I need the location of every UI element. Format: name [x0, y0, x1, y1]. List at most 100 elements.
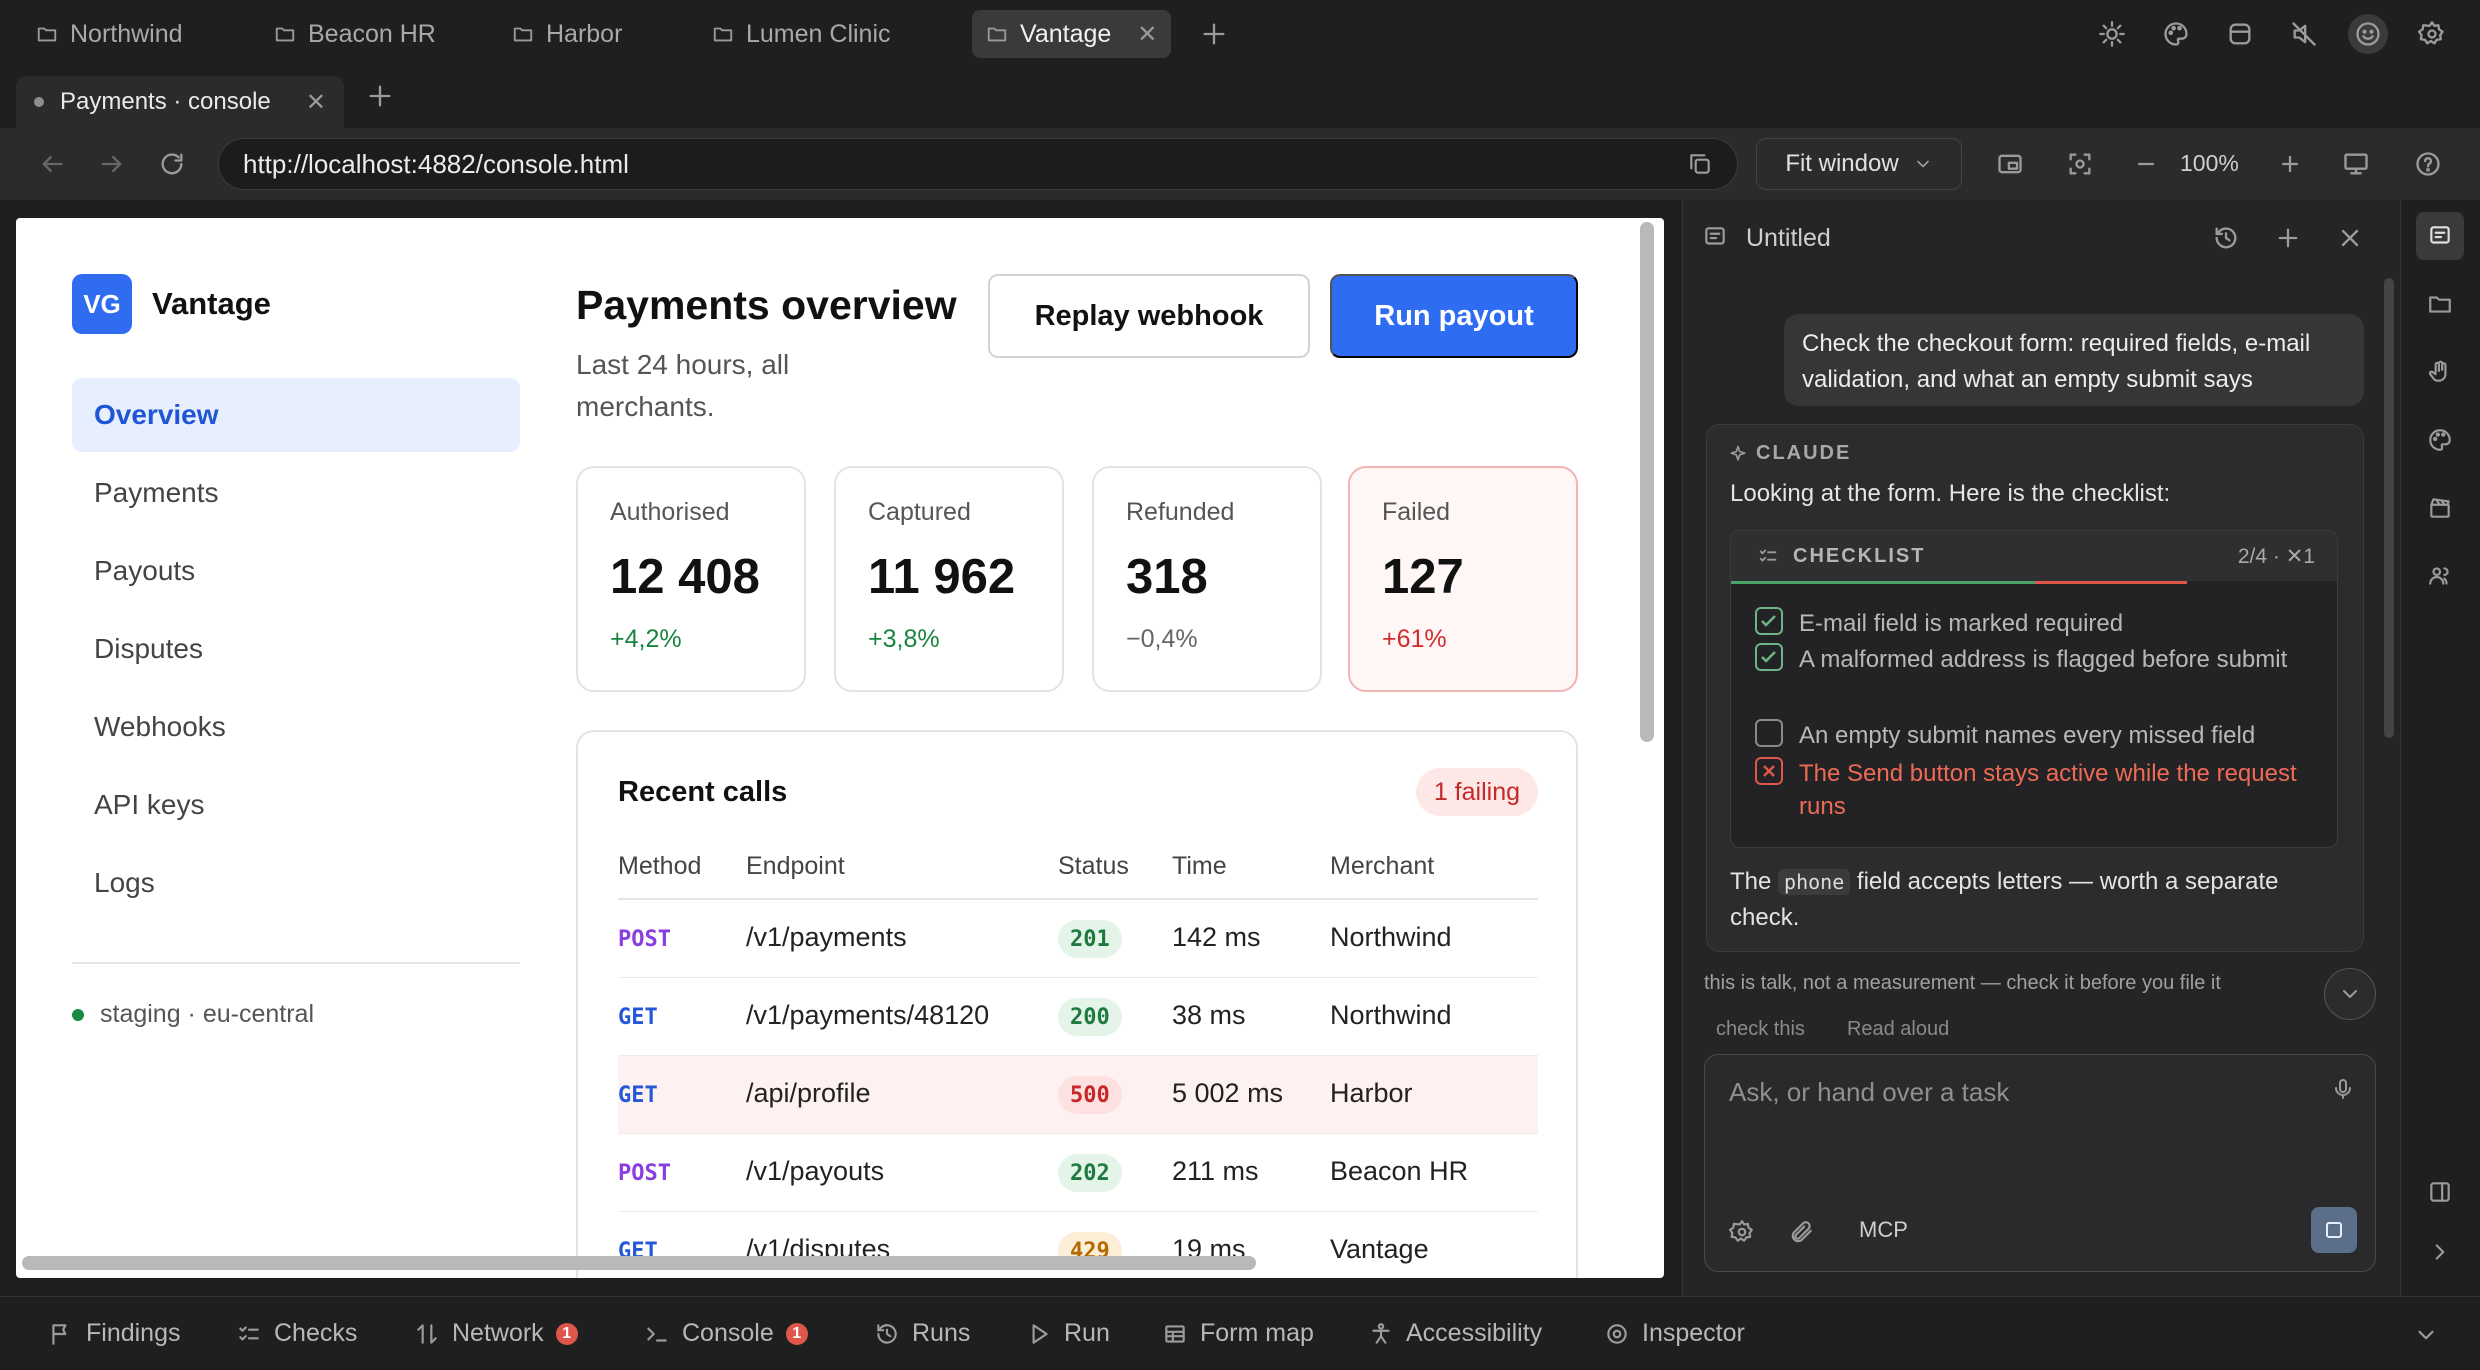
- history-button[interactable]: [2206, 218, 2246, 258]
- table-row[interactable]: POST /v1/payments 201 142 ms Northwind: [618, 900, 1538, 978]
- checklist-item: E-mail field is marked required: [1799, 610, 2124, 637]
- device-button[interactable]: [2336, 144, 2376, 184]
- profile-button[interactable]: [2348, 14, 2388, 54]
- forward-button[interactable]: [92, 144, 132, 184]
- browser-tab[interactable]: Payments · console ✕: [16, 76, 344, 128]
- vertical-scrollbar[interactable]: [1640, 222, 1654, 742]
- nav-item-webhooks[interactable]: Webhooks: [72, 690, 520, 764]
- workspace-tab-label: Lumen Clinic: [746, 19, 891, 48]
- checkbox-failed[interactable]: [1755, 757, 1783, 785]
- run-payout-button[interactable]: Run payout: [1330, 274, 1578, 358]
- workspace-tab-beacon-hr[interactable]: Beacon HR: [260, 10, 450, 58]
- nav-item-overview[interactable]: Overview: [72, 378, 520, 452]
- mute-button[interactable]: [2284, 14, 2324, 54]
- workspace-tab-harbor[interactable]: Harbor: [498, 10, 636, 58]
- rail-layout-button[interactable]: [2416, 1168, 2464, 1216]
- focus-capture-icon: [2069, 153, 2091, 175]
- capture-button[interactable]: [2060, 144, 2100, 184]
- back-button[interactable]: [32, 144, 72, 184]
- nav-item-logs[interactable]: Logs: [72, 846, 520, 920]
- rail-expand-button[interactable]: [2416, 1228, 2464, 1276]
- time-cell: 5 002 ms: [1172, 1078, 1284, 1108]
- checklist-title: CHECKLIST: [1793, 545, 1926, 567]
- mcp-button[interactable]: MCP: [1859, 1217, 1908, 1243]
- checkbox-checked[interactable]: [1755, 643, 1783, 671]
- url-text: http://localhost:4882/console.html: [243, 148, 629, 179]
- rail-chat-button[interactable]: [2416, 212, 2464, 260]
- new-tab-button[interactable]: [360, 76, 400, 116]
- table-row[interactable]: GET /api/profile 500 5 002 ms Harbor: [618, 1056, 1538, 1134]
- close-panel-button[interactable]: [2330, 218, 2370, 258]
- collapse-panel-button[interactable]: [2402, 1311, 2450, 1359]
- accessibility-icon: [1372, 1322, 1390, 1344]
- tab-accessibility[interactable]: Accessibility: [1368, 1319, 1542, 1348]
- tab-runs[interactable]: Runs: [874, 1319, 970, 1348]
- horizontal-scrollbar[interactable]: [22, 1256, 1256, 1270]
- workspace-tab-lumen-clinic[interactable]: Lumen Clinic: [698, 10, 905, 58]
- gear-icon[interactable]: [1729, 1219, 1755, 1245]
- read-aloud-link[interactable]: Read aloud: [1847, 1018, 1949, 1040]
- check-this-link[interactable]: check this: [1716, 1018, 1805, 1040]
- assistant-intro: Looking at the form. Here is the checkli…: [1730, 480, 2171, 507]
- checkbox-checked[interactable]: [1755, 607, 1783, 635]
- storage-button[interactable]: [2220, 14, 2260, 54]
- close-icon[interactable]: ✕: [306, 88, 326, 117]
- table-row[interactable]: GET /v1/payments/48120 200 38 ms Northwi…: [618, 978, 1538, 1056]
- tab-findings[interactable]: Findings: [48, 1319, 181, 1348]
- user-message: Check the checkout form: required fields…: [1784, 314, 2364, 406]
- tab-run[interactable]: Run: [1026, 1319, 1110, 1348]
- stat-card-authorised: Authorised 12 408 +4,2%: [576, 466, 806, 692]
- close-tab-icon[interactable]: ✕: [1137, 20, 1157, 49]
- method-cell: POST: [618, 927, 671, 952]
- new-chat-button[interactable]: [2268, 218, 2308, 258]
- tab-network[interactable]: Network 1: [414, 1319, 578, 1348]
- new-workspace-button[interactable]: [1194, 14, 1234, 54]
- method-cell: GET: [618, 1005, 658, 1030]
- scroll-to-bottom-button[interactable]: [2324, 968, 2376, 1020]
- assistant-note: The phone field accepts letters — worth …: [1730, 864, 2330, 936]
- settings-button[interactable]: [2412, 14, 2452, 54]
- rail-media-button[interactable]: [2416, 484, 2464, 532]
- reload-button[interactable]: [152, 144, 192, 184]
- url-field[interactable]: http://localhost:4882/console.html: [218, 138, 1738, 190]
- stat-label: Captured: [868, 498, 971, 526]
- history-icon: [877, 1323, 897, 1344]
- paperclip-icon[interactable]: [1789, 1219, 1815, 1245]
- zoom-out-button[interactable]: [2126, 144, 2166, 184]
- nav-item-api-keys[interactable]: API keys: [72, 768, 520, 842]
- replay-webhook-button[interactable]: Replay webhook: [988, 274, 1310, 358]
- stat-delta: +3,8%: [868, 625, 940, 653]
- tab-form-map[interactable]: Form map: [1162, 1319, 1314, 1348]
- message-actions: check this Read aloud: [1716, 1018, 1949, 1040]
- rail-hand-button[interactable]: [2416, 348, 2464, 396]
- help-button[interactable]: [2408, 144, 2448, 184]
- chat-scrollbar[interactable]: [2384, 278, 2394, 738]
- copy-icon[interactable]: [1687, 151, 1713, 177]
- folder-icon: [713, 27, 733, 42]
- palette-button[interactable]: [2156, 14, 2196, 54]
- microphone-icon[interactable]: [2331, 1077, 2355, 1101]
- tab-checks[interactable]: Checks: [236, 1319, 357, 1348]
- workspace-tab-northwind[interactable]: Northwind: [22, 10, 197, 58]
- nav-item-payments[interactable]: Payments: [72, 456, 520, 530]
- zoom-in-button[interactable]: [2270, 144, 2310, 184]
- table-icon: [1165, 1324, 1185, 1343]
- rail-palette-button[interactable]: [2416, 416, 2464, 464]
- checklist-item: An empty submit names every missed field: [1799, 722, 2256, 749]
- chat-composer[interactable]: Ask, or hand over a task MCP: [1704, 1054, 2376, 1272]
- fit-window-select[interactable]: Fit window: [1756, 138, 1962, 190]
- nav-item-disputes[interactable]: Disputes: [72, 612, 520, 686]
- checkbox-empty[interactable]: [1755, 719, 1783, 747]
- stat-card-captured: Captured 11 962 +3,8%: [834, 466, 1064, 692]
- table-row[interactable]: POST /v1/payouts 202 211 ms Beacon HR: [618, 1134, 1538, 1212]
- rail-files-button[interactable]: [2416, 280, 2464, 328]
- rail-people-button[interactable]: [2416, 552, 2464, 600]
- tab-console[interactable]: Console 1: [644, 1319, 808, 1348]
- picture-in-picture-button[interactable]: [1990, 144, 2030, 184]
- browser-tab-title: Payments · console: [60, 88, 271, 115]
- workspace-tab-vantage[interactable]: Vantage ✕: [972, 10, 1172, 58]
- theme-button[interactable]: [2092, 14, 2132, 54]
- nav-item-payouts[interactable]: Payouts: [72, 534, 520, 608]
- stop-button[interactable]: [2311, 1207, 2357, 1253]
- tab-inspector[interactable]: Inspector: [1604, 1319, 1745, 1348]
